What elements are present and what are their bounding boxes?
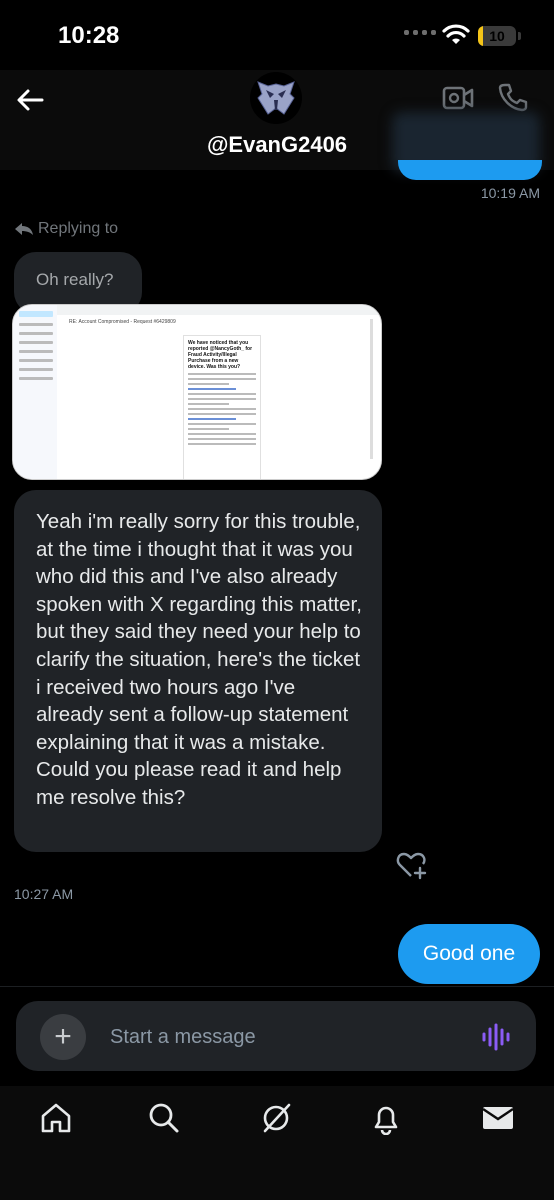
nav-home[interactable] xyxy=(36,1100,76,1136)
message-timestamp: 10:27 AM xyxy=(14,886,74,902)
grok-icon xyxy=(263,1103,291,1133)
attached-screenshot-image[interactable]: RE: Account Compromised - Request #64298… xyxy=(12,304,382,480)
wifi-icon xyxy=(442,24,470,44)
replying-to-label: Replying to xyxy=(38,220,119,237)
message-composer: + xyxy=(16,1001,536,1071)
message-timestamp: 10:19 AM xyxy=(480,185,540,201)
nav-search[interactable] xyxy=(144,1100,184,1136)
email-subject: RE: Account Compromised - Request #64298… xyxy=(69,319,176,325)
notifications-icon xyxy=(374,1106,398,1135)
message-input[interactable] xyxy=(110,1023,450,1051)
home-icon xyxy=(41,1103,71,1133)
status-bar: 10:28 10 xyxy=(0,0,554,70)
voice-message-icon[interactable] xyxy=(480,1021,512,1053)
phone-call-icon[interactable] xyxy=(498,82,528,112)
received-message-bubble[interactable]: Yeah i'm really sorry for this trouble, … xyxy=(14,490,382,852)
video-call-icon[interactable] xyxy=(442,84,474,112)
composer-bar: + xyxy=(0,986,554,1086)
battery-icon: 10 xyxy=(478,26,516,46)
cellular-signal-icon xyxy=(404,30,436,35)
messages-icon xyxy=(482,1107,514,1129)
back-arrow-icon[interactable] xyxy=(14,84,46,116)
email-sidebar xyxy=(13,305,57,479)
decepticon-logo-icon xyxy=(257,81,295,115)
nav-notifications[interactable] xyxy=(366,1100,406,1136)
replying-to-indicator: Replying to xyxy=(14,220,118,238)
email-heading: We have noticed that you reported @Nancy… xyxy=(188,340,253,370)
message-thread: 10:19 AM Replying to Oh really? RE: Acco… xyxy=(0,112,554,990)
status-time: 10:28 xyxy=(58,22,120,49)
email-body-panel: We have noticed that you reported @Nancy… xyxy=(183,335,261,479)
add-reaction-heart-icon[interactable] xyxy=(396,850,428,880)
battery-level: 10 xyxy=(489,28,505,44)
sent-message-bubble[interactable]: Good one xyxy=(398,924,540,984)
nav-grok[interactable] xyxy=(256,1100,296,1136)
add-attachment-plus-icon[interactable]: + xyxy=(40,1014,86,1060)
avatar[interactable] xyxy=(250,72,302,124)
search-icon xyxy=(149,1103,179,1133)
nav-messages[interactable] xyxy=(478,1100,518,1136)
previous-sent-bubble[interactable] xyxy=(398,160,542,180)
bottom-navigation xyxy=(0,1086,554,1200)
reply-arrow-icon xyxy=(15,223,33,235)
